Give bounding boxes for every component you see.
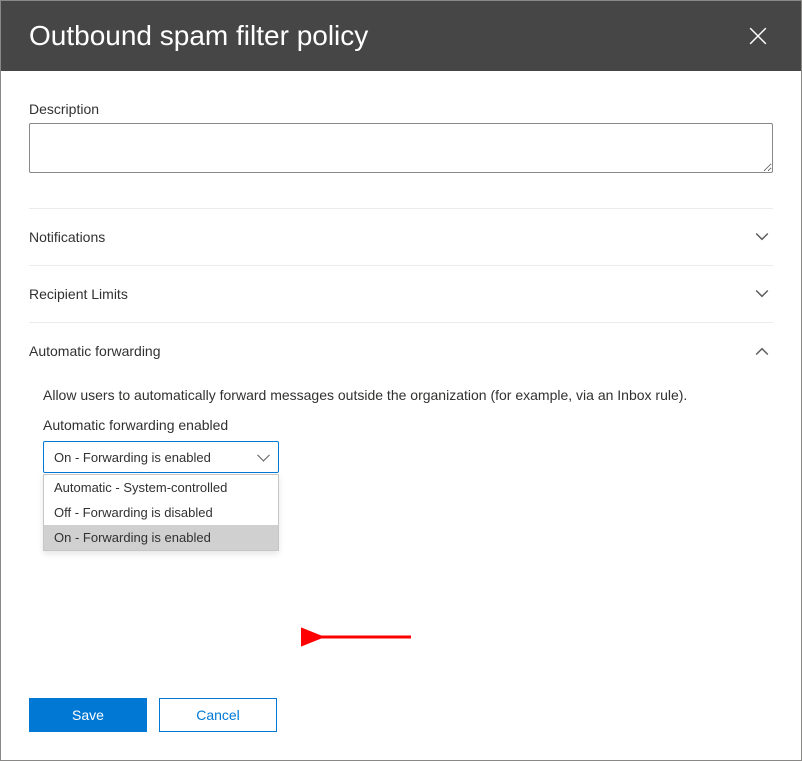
section-notifications-title: Notifications <box>29 229 105 245</box>
forwarding-dropdown: Automatic - System-controlled Off - Forw… <box>43 474 279 551</box>
section-recipient-limits-title: Recipient Limits <box>29 286 128 302</box>
collapse-automatic-forwarding-button[interactable] <box>751 340 773 362</box>
panel-title: Outbound spam filter policy <box>29 20 368 52</box>
panel-body: Description Notifications Recipient Limi… <box>1 71 801 698</box>
chevron-down-icon <box>755 287 769 301</box>
cancel-button[interactable]: Cancel <box>159 698 277 732</box>
forwarding-option-on[interactable]: On - Forwarding is enabled <box>44 525 278 550</box>
automatic-forwarding-field-label: Automatic forwarding enabled <box>43 417 773 433</box>
forwarding-select-wrap: On - Forwarding is enabled Automatic - S… <box>43 441 279 473</box>
panel-footer: Save Cancel <box>1 698 801 760</box>
forwarding-select[interactable]: On - Forwarding is enabled <box>43 441 279 473</box>
save-button[interactable]: Save <box>29 698 147 732</box>
close-button[interactable] <box>743 21 773 51</box>
expand-recipient-limits-button[interactable] <box>751 283 773 305</box>
section-notifications[interactable]: Notifications <box>29 209 773 265</box>
automatic-forwarding-content: Allow users to automatically forward mes… <box>29 387 773 473</box>
section-automatic-forwarding[interactable]: Automatic forwarding <box>29 323 773 379</box>
chevron-down-icon <box>755 230 769 244</box>
description-label: Description <box>29 101 773 117</box>
chevron-up-icon <box>755 344 769 358</box>
policy-panel: Outbound spam filter policy Description … <box>0 0 802 761</box>
annotation-arrow-icon <box>301 622 421 652</box>
panel-header: Outbound spam filter policy <box>1 1 801 71</box>
expand-notifications-button[interactable] <box>751 226 773 248</box>
section-automatic-forwarding-title: Automatic forwarding <box>29 343 161 359</box>
description-textarea[interactable] <box>29 123 773 173</box>
section-recipient-limits[interactable]: Recipient Limits <box>29 266 773 322</box>
forwarding-option-off[interactable]: Off - Forwarding is disabled <box>44 500 278 525</box>
automatic-forwarding-description: Allow users to automatically forward mes… <box>43 387 773 403</box>
forwarding-option-automatic[interactable]: Automatic - System-controlled <box>44 475 278 500</box>
close-icon <box>749 27 767 45</box>
forwarding-select-value: On - Forwarding is enabled <box>54 450 211 465</box>
